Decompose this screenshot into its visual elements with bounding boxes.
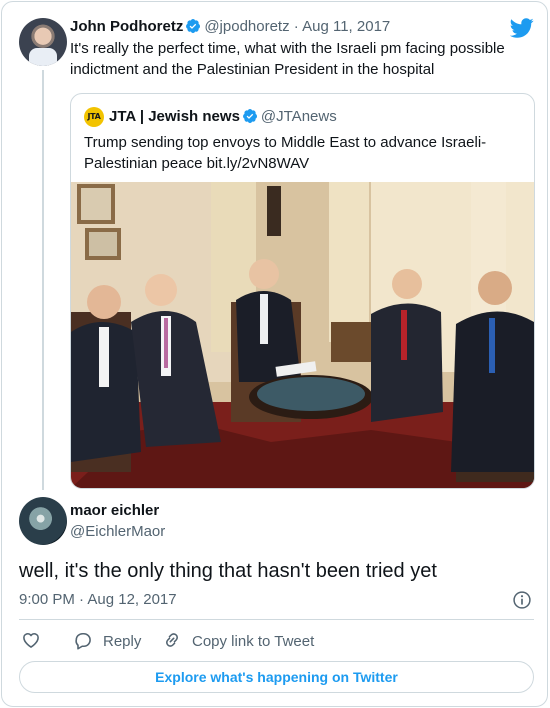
- explore-twitter-button[interactable]: Explore what's happening on Twitter: [19, 661, 534, 693]
- quoted-header: JTA | Jewish news @JTAnews: [109, 107, 337, 127]
- separator-dot: ·: [293, 18, 299, 35]
- reply-author-handle[interactable]: @EichlerMaor: [70, 522, 165, 542]
- quoted-text: Trump sending top envoys to Middle East …: [84, 134, 487, 172]
- reply-button[interactable]: Reply: [73, 630, 141, 652]
- reply-author-name[interactable]: maor eichler: [70, 501, 159, 521]
- reply-timestamp[interactable]: 9:00 PM · Aug 12, 2017: [19, 590, 177, 610]
- jta-avatar: JTA: [84, 107, 104, 127]
- reply-label: Reply: [103, 633, 142, 650]
- twitter-logo-icon[interactable]: [510, 16, 534, 40]
- quoted-tweet[interactable]: JTA JTA | Jewish news @JTAnews Trump send…: [70, 93, 535, 489]
- author-avatar[interactable]: [19, 18, 67, 66]
- reply-icon: [75, 632, 91, 650]
- quoted-photo[interactable]: [71, 182, 534, 488]
- verified-badge-icon: [242, 109, 257, 124]
- tweet-header: John Podhoretz @jpodhoretz · Aug 11, 2017: [70, 17, 390, 37]
- thread-connector-line: [42, 70, 44, 490]
- reply-author-avatar[interactable]: [19, 497, 67, 545]
- like-button[interactable]: [21, 630, 51, 652]
- verified-badge-icon: [186, 19, 201, 34]
- copy-link-button[interactable]: Copy link to Tweet: [162, 630, 314, 652]
- author-name[interactable]: John Podhoretz: [70, 18, 183, 35]
- link-icon: [166, 633, 178, 647]
- copy-link-label: Copy link to Tweet: [192, 633, 315, 650]
- actions-divider: [19, 619, 534, 620]
- quoted-author-name: JTA | Jewish news: [109, 108, 240, 125]
- info-icon[interactable]: [512, 590, 532, 610]
- tweet-embed-card: John Podhoretz @jpodhoretz · Aug 11, 2017…: [1, 1, 548, 707]
- tweet-text: It's really the perfect time, what with …: [70, 40, 505, 78]
- author-handle[interactable]: @jpodhoretz: [204, 18, 289, 35]
- heart-icon: [23, 633, 39, 648]
- tweet-date[interactable]: Aug 11, 2017: [302, 18, 390, 35]
- reply-text: well, it's the only thing that hasn't be…: [19, 560, 437, 582]
- quoted-author-handle: @JTAnews: [260, 108, 337, 125]
